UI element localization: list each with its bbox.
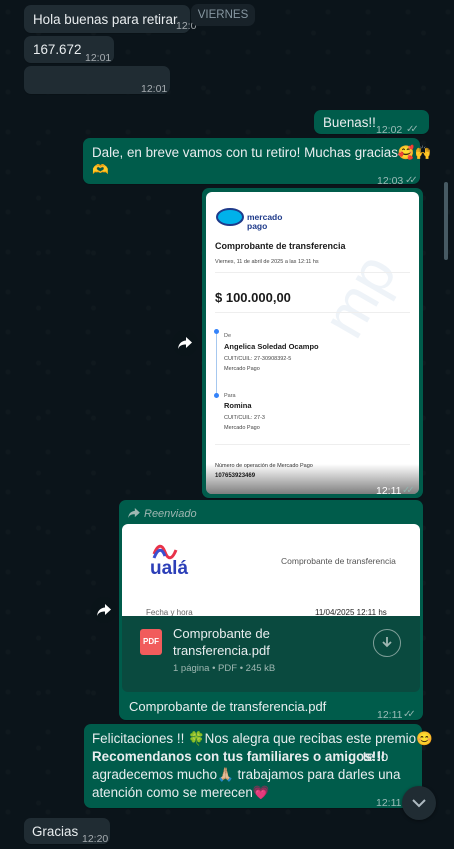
message-bubble-incoming[interactable]: 12:01 (24, 66, 170, 95)
brand-name: ualá (150, 558, 189, 579)
svg-text:mp: mp (309, 243, 409, 349)
document-preview[interactable]: ualá Comprobante de transferencia Fecha … (122, 524, 420, 616)
download-icon[interactable] (373, 629, 401, 657)
message-text: te lo (363, 749, 389, 764)
read-receipt-icon: ✓✓ (403, 709, 416, 720)
pdf-name-line1: Comprobante de (173, 626, 270, 641)
forwarded-label: Reenviado (144, 508, 197, 520)
pdf-attachment[interactable]: PDF Comprobante de transferencia.pdf 1 p… (122, 616, 420, 692)
message-time: 12:01 (141, 83, 168, 95)
message-bubble-incoming[interactable]: 167.672 12:01 (24, 36, 114, 64)
chat-panel: Hola buenas para retirar 12:0 VIERNES 16… (0, 0, 454, 845)
brand-name-2: pago (247, 221, 268, 231)
message-bubble-outgoing[interactable]: Felicitaciones !! 🍀Nos alegra que reciba… (84, 724, 433, 809)
message-text: 🫶 (92, 162, 109, 177)
receipt-date-label: Fecha y hora (146, 608, 193, 616)
divider (215, 312, 410, 313)
message-text: atención como se merecen💗 (92, 785, 270, 800)
message-text: 167.672 (33, 42, 82, 57)
message-bubble-incoming[interactable]: Gracias 12:20 (24, 818, 110, 845)
forwarded-icon (128, 508, 140, 518)
message-bubble-outgoing[interactable]: Buenas!! 12:02 ✓✓ (314, 110, 429, 136)
message-text: Felicitaciones !! 🍀Nos alegra que reciba… (92, 731, 433, 746)
scrollbar-thumb[interactable] (444, 182, 448, 260)
date-separator: VIERNES (191, 4, 255, 26)
pdf-meta: 1 página • PDF • 245 kB (173, 663, 276, 674)
divider (215, 444, 410, 445)
read-receipt-icon: ✓✓ (402, 485, 415, 496)
message-text: Gracias (32, 824, 79, 839)
message-time: 12:11 (376, 485, 402, 497)
pdf-icon: PDF (140, 629, 162, 655)
to-bank: Mercado Pago (224, 425, 260, 431)
image-message[interactable]: mp mercado pago Comprobante de transfere… (202, 188, 423, 498)
message-time: 12:11 (377, 709, 403, 721)
message-text: Hola buenas para retirar (33, 12, 178, 27)
receipt-amount: $ 100.000,00 (215, 290, 291, 305)
receipt-date-value: 11/04/2025 12:11 hs (315, 608, 387, 616)
receipt-image-mercado-pago[interactable]: mp mercado pago Comprobante de transfere… (206, 192, 419, 494)
pdf-name-line2: transferencia.pdf (173, 643, 270, 658)
document-caption: Comprobante de transferencia.pdf (129, 699, 327, 714)
message-text: agradecemos mucho🙏🏼 trabajamos para darl… (92, 767, 401, 782)
message-bubble-outgoing[interactable]: Dale, en breve vamos con tu retiro! Much… (83, 138, 431, 187)
divider (215, 272, 410, 273)
read-receipt-icon: ✓✓ (406, 124, 419, 135)
from-bank: Mercado Pago (224, 366, 260, 372)
message-text-bold: Recomendanos con tus familiares o amigos… (92, 749, 386, 764)
receipt-date: Viernes, 11 de abril de 2025 a las 12:11… (215, 259, 319, 265)
scroll-to-bottom-button[interactable] (402, 786, 436, 820)
mercado-pago-logo (216, 208, 244, 226)
timeline-dot (214, 329, 219, 334)
receipt-title: Comprobante de transferencia (281, 556, 396, 566)
timeline-dot (214, 393, 219, 398)
forward-icon[interactable] (172, 330, 198, 356)
message-bubble-incoming[interactable]: Hola buenas para retirar 12:0 (24, 5, 196, 33)
forward-icon[interactable] (91, 597, 117, 623)
message-text: Buenas!! (323, 115, 376, 130)
chevron-down-icon (412, 798, 426, 807)
message-text: Dale, en breve vamos con tu retiro! Much… (92, 145, 432, 160)
message-time: 12:20 (82, 833, 109, 845)
message-time: 12:11 (376, 797, 402, 809)
timeline-line (216, 330, 217, 398)
